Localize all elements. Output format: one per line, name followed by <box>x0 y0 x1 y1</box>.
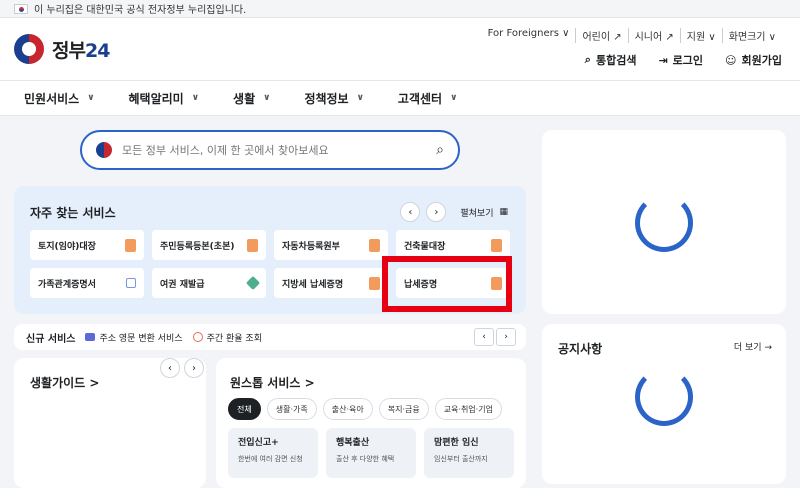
main-nav: 민원서비스 ∨ 혜택알리미 ∨ 생활 ∨ 정책정보 ∨ 고객센터 ∨ <box>0 80 800 116</box>
external-link-icon <box>126 278 136 288</box>
search-icon: ⌕ <box>584 53 591 66</box>
chip-welfare-finance[interactable]: 복지·금융 <box>378 398 429 420</box>
search-icon[interactable]: ⌕ <box>436 142 444 158</box>
chevron-down-icon: ∨ <box>191 93 200 103</box>
login-icon: ⇥ <box>658 53 668 67</box>
life-guide-title[interactable]: 생활가이드 > <box>30 374 99 391</box>
signup-button[interactable]: ☺ 회원가입 <box>725 52 782 68</box>
nav-civil-service[interactable]: 민원서비스 ∨ <box>24 90 95 107</box>
loading-spinner-icon <box>635 194 693 252</box>
tile-family-certificate[interactable]: 가족관계증명서 <box>30 268 144 298</box>
card-happy-birth[interactable]: 행복출산 출산 후 다양한 혜택 <box>326 428 416 478</box>
chevron-down-icon: ∨ <box>356 93 364 103</box>
tile-land-register[interactable]: 토지(임야)대장 <box>30 230 144 260</box>
header: 정부24 For Foreigners ∨ 어린이 ↗ 시니어 ↗ 지원 ∨ 화… <box>0 18 800 80</box>
tile-resident-register[interactable]: 주민등록등본(초본) <box>152 230 266 260</box>
one-stop-title[interactable]: 원스톱 서비스 > <box>230 374 315 391</box>
document-icon <box>491 238 502 252</box>
utility-nav: For Foreigners ∨ 어린이 ↗ 시니어 ↗ 지원 ∨ 화면크기 ∨ <box>482 28 782 43</box>
chevron-down-icon: ∨ <box>450 93 458 103</box>
notice-more-link[interactable]: 더 보기 → <box>734 340 772 353</box>
gov-banner-text: 이 누리집은 대한민국 공식 전자정부 누리집입니다. <box>34 5 247 16</box>
clock-icon <box>192 332 203 342</box>
new-services-bar: 신규 서비스 주소 영문 변환 서비스 주간 환율 조회 ‹ › <box>14 324 526 350</box>
tile-vehicle-register[interactable]: 자동차등록원부 <box>274 230 388 260</box>
notice-title: 공지사항 <box>558 342 603 356</box>
favorites-next-button[interactable]: › <box>426 202 447 222</box>
favorites-prev-button[interactable]: ‹ <box>400 202 421 222</box>
util-senior[interactable]: 시니어 ↗ <box>627 28 680 43</box>
guide-next-button[interactable]: › <box>184 358 204 378</box>
util-font-size[interactable]: 화면크기 ∨ <box>721 28 782 43</box>
new-services-prev-button[interactable]: ‹ <box>474 328 494 346</box>
document-icon <box>247 238 258 252</box>
header-actions: ⌕ 통합검색 ⇥ 로그인 ☺ 회원가입 <box>585 52 782 68</box>
gov-banner: 이 누리집은 대한민국 공식 전자정부 누리집입니다. <box>0 0 800 18</box>
new-services-next-button[interactable]: › <box>496 328 516 346</box>
integrated-search-button[interactable]: ⌕ 통합검색 <box>585 52 637 68</box>
grid-icon: ▦ <box>499 207 508 217</box>
korean-flag-icon <box>14 3 28 14</box>
util-foreigners[interactable]: For Foreigners ∨ <box>482 28 576 43</box>
nav-life[interactable]: 생활 ∨ <box>233 90 270 107</box>
notice-panel: 공지사항 더 보기 → <box>542 324 786 484</box>
bus-icon <box>85 333 96 341</box>
nav-benefits[interactable]: 혜택알리미 ∨ <box>129 90 200 107</box>
card-pregnancy[interactable]: 맘편한 임신 임신부터 출산까지 <box>424 428 514 478</box>
logo[interactable]: 정부24 <box>14 34 110 64</box>
login-button[interactable]: ⇥ 로그인 <box>658 52 703 68</box>
chip-birth-childcare[interactable]: 출산·육아 <box>322 398 373 420</box>
exchange-rate-link[interactable]: 주간 환율 조회 <box>192 331 262 344</box>
tile-local-tax-certificate[interactable]: 지방세 납세증명 <box>274 268 388 298</box>
tile-passport-reissue[interactable]: 여권 재발급 <box>152 268 266 298</box>
card-move-in[interactable]: 전입신고+ 한번에 여러 감면 신청 <box>228 428 318 478</box>
address-translate-link[interactable]: 주소 영문 변환 서비스 <box>85 331 183 344</box>
one-stop-panel: 원스톱 서비스 > 전체 생활·가족 출산·육아 복지·금융 교육·취업·기업 … <box>216 358 526 488</box>
nav-customer-center[interactable]: 고객센터 ∨ <box>398 90 457 107</box>
chip-all[interactable]: 전체 <box>228 398 261 420</box>
guide-prev-button[interactable]: ‹ <box>160 358 180 378</box>
util-kids[interactable]: 어린이 ↗ <box>575 28 627 43</box>
logo-mark-icon <box>14 34 44 64</box>
right-top-panel <box>542 130 786 314</box>
chip-education-job[interactable]: 교육·취업·기업 <box>434 398 502 420</box>
logo-mark-icon <box>96 142 112 158</box>
expand-button[interactable]: 펼쳐보기 <box>460 206 493 219</box>
document-icon <box>369 276 380 290</box>
pencil-icon <box>245 275 261 291</box>
chip-life-family[interactable]: 생활·가족 <box>266 398 317 420</box>
highlight-box <box>382 256 512 312</box>
util-support[interactable]: 지원 ∨ <box>679 28 722 43</box>
chevron-down-icon: ∨ <box>263 93 271 103</box>
loading-spinner-icon <box>635 368 693 426</box>
chevron-down-icon: ∨ <box>87 93 95 103</box>
document-icon <box>125 238 136 252</box>
favorites-title: 자주 찾는 서비스 <box>30 206 116 220</box>
user-plus-icon: ☺ <box>725 53 737 67</box>
search-input[interactable] <box>122 143 437 157</box>
document-icon <box>369 238 380 252</box>
nav-policy[interactable]: 정책정보 ∨ <box>304 90 363 107</box>
search-bar: ⌕ <box>80 130 460 170</box>
